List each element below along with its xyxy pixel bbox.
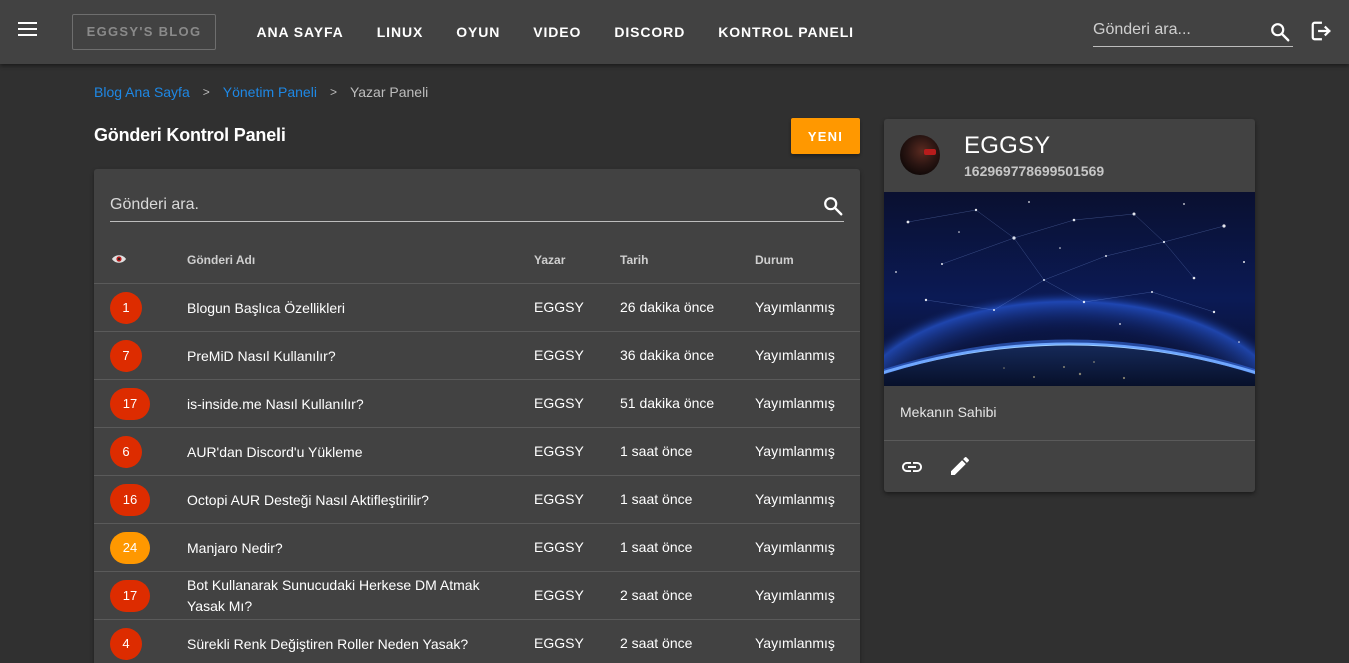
breadcrumb-blog-home[interactable]: Blog Ana Sayfa bbox=[94, 84, 190, 100]
post-status: Yayımlanmış bbox=[755, 491, 835, 507]
post-title[interactable]: Sürekli Renk Değiştiren Roller Neden Yas… bbox=[187, 620, 507, 663]
post-date: 26 dakika önce bbox=[620, 299, 715, 315]
table-row[interactable]: 24 Manjaro Nedir? EGGSY 1 saat önce Yayı… bbox=[94, 524, 860, 572]
post-title[interactable]: Blogun Başlıca Özellikleri bbox=[187, 284, 507, 332]
post-author: EGGSY bbox=[534, 491, 584, 507]
post-status: Yayımlanmış bbox=[755, 587, 835, 603]
brand-logo[interactable]: EGGSY'S BLOG bbox=[72, 14, 216, 50]
profile-user-id: 162969778699501569 bbox=[964, 163, 1105, 179]
post-date: 1 saat önce bbox=[620, 539, 693, 555]
post-status: Yayımlanmış bbox=[755, 299, 835, 315]
post-title[interactable]: Manjaro Nedir? bbox=[187, 524, 507, 572]
posts-table-card: Gönderi Adı Yazar Tarih Durum 1 Blogun B… bbox=[94, 169, 860, 663]
table-row[interactable]: 7 PreMiD Nasıl Kullanılır? EGGSY 36 daki… bbox=[94, 332, 860, 380]
post-status: Yayımlanmış bbox=[755, 347, 835, 363]
post-title[interactable]: PreMiD Nasıl Kullanılır? bbox=[187, 332, 507, 380]
nav-video[interactable]: VIDEO bbox=[517, 14, 598, 50]
table-row[interactable]: 17 is-inside.me Nasıl Kullanılır? EGGSY … bbox=[94, 380, 860, 428]
post-status: Yayımlanmış bbox=[755, 395, 835, 411]
breadcrumb-admin-panel[interactable]: Yönetim Paneli bbox=[223, 84, 317, 100]
breadcrumb-separator: > bbox=[329, 85, 337, 99]
post-author: EGGSY bbox=[534, 395, 584, 411]
nav-oyun[interactable]: OYUN bbox=[440, 14, 517, 50]
view-count-badge: 7 bbox=[110, 340, 142, 372]
post-search-input[interactable] bbox=[110, 189, 800, 221]
column-header-status[interactable]: Durum bbox=[755, 253, 794, 267]
breadcrumb-current: Yazar Paneli bbox=[349, 84, 429, 100]
view-count-badge: 1 bbox=[110, 292, 142, 324]
new-post-button[interactable]: YENI bbox=[791, 118, 860, 154]
table-row[interactable]: 6 AUR'dan Discord'u Yükleme EGGSY 1 saat… bbox=[94, 428, 860, 476]
eye-icon[interactable] bbox=[111, 253, 127, 268]
table-row[interactable]: 1 Blogun Başlıca Özellikleri EGGSY 26 da… bbox=[94, 284, 860, 332]
nav-discord[interactable]: DISCORD bbox=[598, 14, 702, 50]
column-header-name[interactable]: Gönderi Adı bbox=[187, 253, 255, 267]
table-row[interactable]: 16 Octopi AUR Desteği Nasıl Aktifleştiri… bbox=[94, 476, 860, 524]
avatar bbox=[900, 135, 940, 175]
view-count-badge: 17 bbox=[110, 388, 150, 420]
menu-icon[interactable] bbox=[18, 22, 38, 42]
post-author: EGGSY bbox=[534, 443, 584, 459]
post-status: Yayımlanmış bbox=[755, 635, 835, 651]
nav-linux[interactable]: LINUX bbox=[360, 14, 440, 50]
table-row[interactable]: 4 Sürekli Renk Değiştiren Roller Neden Y… bbox=[94, 620, 860, 663]
post-search bbox=[110, 189, 844, 222]
view-count-badge: 4 bbox=[110, 628, 142, 660]
post-date: 2 saat önce bbox=[620, 635, 693, 651]
post-author: EGGSY bbox=[534, 587, 584, 603]
column-header-author[interactable]: Yazar bbox=[534, 253, 565, 267]
page-title: Gönderi Kontrol Paneli bbox=[94, 125, 286, 145]
header-search-input[interactable] bbox=[1093, 14, 1263, 46]
nav-kontrol-paneli[interactable]: KONTROL PANELI bbox=[702, 14, 871, 50]
post-title[interactable]: AUR'dan Discord'u Yükleme bbox=[187, 428, 507, 476]
table-row[interactable]: 17 Bot Kullanarak Sunucudaki Herkese DM … bbox=[94, 572, 860, 620]
post-date: 2 saat önce bbox=[620, 587, 693, 603]
post-date: 1 saat önce bbox=[620, 491, 693, 507]
profile-role: Mekanın Sahibi bbox=[900, 404, 997, 420]
post-date: 36 dakika önce bbox=[620, 347, 715, 363]
edit-icon[interactable] bbox=[948, 454, 972, 483]
link-icon[interactable] bbox=[900, 455, 924, 484]
profile-username: EGGSY bbox=[964, 132, 1051, 159]
post-author: EGGSY bbox=[534, 539, 584, 555]
divider bbox=[884, 440, 1255, 441]
post-date: 1 saat önce bbox=[620, 443, 693, 459]
top-app-bar: EGGSY'S BLOG ANA SAYFA LINUX OYUN VIDEO … bbox=[0, 0, 1349, 64]
search-icon[interactable] bbox=[1269, 21, 1291, 48]
table-body: 1 Blogun Başlıca Özellikleri EGGSY 26 da… bbox=[94, 284, 860, 663]
column-header-date[interactable]: Tarih bbox=[620, 253, 648, 267]
author-profile-card: EGGSY 162969778699501569 Mekanın Sahibi bbox=[884, 119, 1255, 492]
view-count-badge: 24 bbox=[110, 532, 150, 564]
post-author: EGGSY bbox=[534, 635, 584, 651]
nav-ana-sayfa[interactable]: ANA SAYFA bbox=[240, 14, 360, 50]
view-count-badge: 6 bbox=[110, 436, 142, 468]
post-status: Yayımlanmış bbox=[755, 539, 835, 555]
main-nav: ANA SAYFA LINUX OYUN VIDEO DISCORD KONTR… bbox=[240, 0, 870, 64]
post-author: EGGSY bbox=[534, 347, 584, 363]
breadcrumb-separator: > bbox=[202, 85, 210, 99]
profile-banner-image bbox=[884, 192, 1255, 386]
breadcrumb: Blog Ana Sayfa > Yönetim Paneli > Yazar … bbox=[94, 84, 428, 100]
table-header: Gönderi Adı Yazar Tarih Durum bbox=[94, 236, 860, 284]
post-title[interactable]: Bot Kullanarak Sunucudaki Herkese DM Atm… bbox=[187, 572, 507, 620]
view-count-badge: 16 bbox=[110, 484, 150, 516]
header-search bbox=[1093, 14, 1293, 47]
post-title[interactable]: is-inside.me Nasıl Kullanılır? bbox=[187, 380, 507, 428]
post-title[interactable]: Octopi AUR Desteği Nasıl Aktifleştirilir… bbox=[187, 476, 507, 524]
view-count-badge: 17 bbox=[110, 580, 150, 612]
logout-icon[interactable] bbox=[1310, 20, 1332, 47]
search-icon[interactable] bbox=[822, 195, 844, 222]
post-author: EGGSY bbox=[534, 299, 584, 315]
post-date: 51 dakika önce bbox=[620, 395, 715, 411]
post-status: Yayımlanmış bbox=[755, 443, 835, 459]
